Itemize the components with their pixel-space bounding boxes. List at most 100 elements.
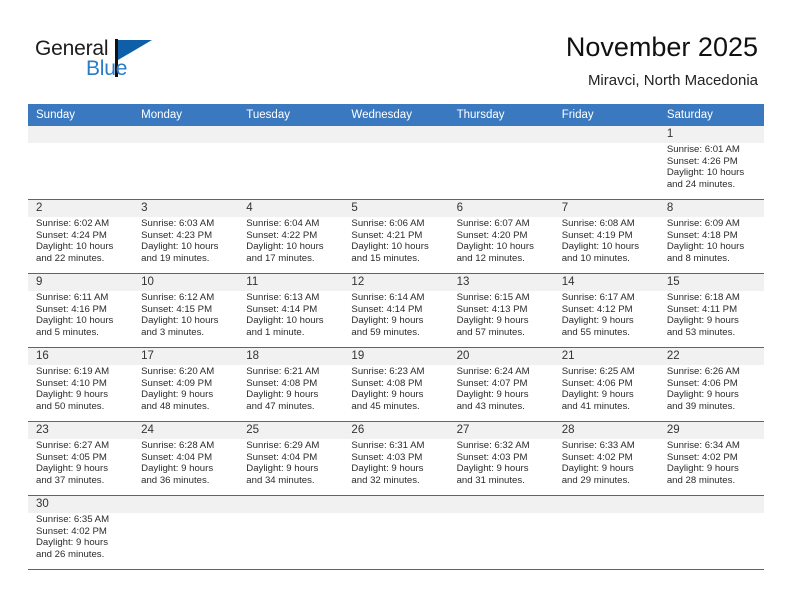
day-number[interactable]: 19 — [343, 348, 448, 365]
day-detail-line: Sunset: 4:03 PM — [456, 451, 528, 463]
day-cell[interactable]: Sunrise: 6:26 AM Sunset: 4:06 PM Daylight:… — [659, 365, 764, 421]
day-cell[interactable]: Sunrise: 6:23 AM Sunset: 4:08 PM Daylight:… — [343, 365, 448, 421]
day-detail-line: Sunset: 4:02 PM — [666, 451, 738, 463]
day-detail-line: Sunrise: 6:12 AM — [141, 292, 215, 303]
day-number[interactable]: 13 — [449, 274, 554, 291]
day-number[interactable]: 29 — [659, 422, 764, 439]
day-cell[interactable]: Sunrise: 6:17 AM Sunset: 4:12 PM Daylight:… — [554, 291, 659, 347]
day-cell[interactable]: Sunrise: 6:24 AM Sunset: 4:07 PM Daylight:… — [449, 365, 554, 421]
day-cell[interactable]: Sunrise: 6:14 AM Sunset: 4:14 PM Daylight:… — [343, 291, 448, 347]
day-number[interactable]: 18 — [238, 348, 343, 365]
day-cell[interactable]: Sunrise: 6:32 AM Sunset: 4:03 PM Daylight:… — [449, 439, 554, 495]
day-detail-line: Sunset: 4:22 PM — [246, 229, 318, 241]
day-detail-line: Sunset: 4:02 PM — [561, 451, 633, 463]
day-number[interactable]: 23 — [28, 422, 133, 439]
day-cell[interactable]: Sunrise: 6:21 AM Sunset: 4:08 PM Daylight:… — [238, 365, 343, 421]
day-detail-line: Sunrise: 6:15 AM — [456, 292, 530, 303]
day-number-band: 16 17 18 19 20 21 22 — [28, 348, 764, 365]
day-cell[interactable]: Sunrise: 6:15 AM Sunset: 4:13 PM Daylight:… — [449, 291, 554, 347]
day-detail-line: Sunset: 4:24 PM — [36, 229, 107, 241]
day-detail-line: Daylight: 9 hours — [561, 463, 634, 475]
day-number[interactable]: 20 — [449, 348, 554, 365]
day-number[interactable]: 28 — [554, 422, 659, 439]
day-cell[interactable]: Sunrise: 6:12 AM Sunset: 4:15 PM Daylight:… — [133, 291, 238, 347]
day-number[interactable]: 27 — [449, 422, 554, 439]
day-cell[interactable]: Sunrise: 6:35 AM Sunset: 4:02 PM Daylight:… — [28, 513, 133, 569]
title-block: November 2025 Miravci, North Macedonia — [566, 30, 758, 92]
day-number[interactable]: 4 — [238, 200, 343, 217]
day-detail-line: Daylight: 10 hours — [36, 241, 114, 253]
day-detail-line: and 45 minutes. — [351, 400, 420, 412]
day-detail-line: and 39 minutes. — [666, 400, 736, 412]
weekday-sunday: Sunday — [36, 109, 76, 121]
day-cell[interactable]: Sunrise: 6:27 AM Sunset: 4:05 PM Daylight:… — [28, 439, 133, 495]
day-number[interactable]: 9 — [28, 274, 133, 291]
day-number[interactable]: 26 — [343, 422, 448, 439]
day-number[interactable]: 16 — [28, 348, 133, 365]
day-detail-line: and 24 minutes. — [666, 178, 736, 190]
day-cell[interactable]: Sunrise: 6:09 AM Sunset: 4:18 PM Daylight:… — [659, 217, 764, 273]
day-cell[interactable]: Sunrise: 6:34 AM Sunset: 4:02 PM Daylight:… — [659, 439, 764, 495]
day-cell[interactable]: Sunrise: 6:25 AM Sunset: 4:06 PM Daylight:… — [554, 365, 659, 421]
day-cell[interactable]: Sunrise: 6:07 AM Sunset: 4:20 PM Daylight:… — [449, 217, 554, 273]
day-cell[interactable]: Sunrise: 6:18 AM Sunset: 4:11 PM Daylight:… — [659, 291, 764, 347]
day-cell[interactable]: Sunrise: 6:31 AM Sunset: 4:03 PM Daylight:… — [343, 439, 448, 495]
day-number[interactable]: 12 — [343, 274, 448, 291]
day-detail-line: and 26 minutes. — [36, 548, 105, 560]
day-detail-line: Daylight: 9 hours — [561, 389, 634, 401]
day-cell[interactable]: Sunrise: 6:11 AM Sunset: 4:16 PM Daylight:… — [28, 291, 133, 347]
day-detail-line: Sunset: 4:04 PM — [246, 451, 318, 463]
day-cell[interactable]: Sunrise: 6:01 AM Sunset: 4:26 PM Daylight:… — [659, 143, 764, 199]
calendar-bottom-border — [28, 569, 764, 570]
day-cell[interactable]: Sunrise: 6:04 AM Sunset: 4:22 PM Daylight:… — [238, 217, 343, 273]
day-number-empty — [449, 126, 554, 143]
day-number[interactable]: 17 — [133, 348, 238, 365]
day-number[interactable]: 2 — [28, 200, 133, 217]
day-detail-line: Sunset: 4:20 PM — [456, 229, 528, 241]
day-detail-line: Daylight: 9 hours — [456, 315, 529, 327]
calendar-week-row: 1 Sunrise: 6:01 AM Sunset: 4:26 PM Daylight… — [28, 126, 764, 199]
day-cell[interactable]: Sunrise: 6:02 AM Sunset: 4:24 PM Daylight:… — [28, 217, 133, 273]
page-header: General Blue November 2025 Miravci, Nort… — [0, 0, 792, 100]
day-cell-empty — [238, 513, 343, 569]
day-detail-line: Daylight: 9 hours — [141, 389, 214, 401]
day-detail-line: Daylight: 10 hours — [141, 241, 219, 253]
day-number[interactable]: 22 — [659, 348, 764, 365]
day-number[interactable]: 7 — [554, 200, 659, 217]
day-detail-line: Sunrise: 6:26 AM — [666, 366, 740, 377]
day-detail-line: Sunrise: 6:04 AM — [246, 218, 320, 229]
day-number[interactable]: 25 — [238, 422, 343, 439]
day-cell[interactable]: Sunrise: 6:08 AM Sunset: 4:19 PM Daylight:… — [554, 217, 659, 273]
day-number-empty — [554, 496, 659, 513]
day-detail-line: and 59 minutes. — [351, 326, 420, 338]
day-cell[interactable]: Sunrise: 6:33 AM Sunset: 4:02 PM Daylight:… — [554, 439, 659, 495]
weekday-monday: Monday — [141, 109, 183, 121]
brand-logo[interactable]: General Blue — [35, 38, 215, 90]
day-number[interactable]: 10 — [133, 274, 238, 291]
day-cell[interactable]: Sunrise: 6:19 AM Sunset: 4:10 PM Daylight:… — [28, 365, 133, 421]
day-cell[interactable]: Sunrise: 6:13 AM Sunset: 4:14 PM Daylight:… — [238, 291, 343, 347]
day-cell[interactable]: Sunrise: 6:03 AM Sunset: 4:23 PM Daylight:… — [133, 217, 238, 273]
day-number[interactable]: 24 — [133, 422, 238, 439]
day-cell[interactable]: Sunrise: 6:28 AM Sunset: 4:04 PM Daylight:… — [133, 439, 238, 495]
day-number[interactable]: 30 — [28, 496, 133, 513]
day-number[interactable]: 15 — [659, 274, 764, 291]
day-number[interactable]: 21 — [554, 348, 659, 365]
day-detail-line: and 22 minutes. — [36, 252, 105, 264]
day-number[interactable]: 14 — [554, 274, 659, 291]
day-detail-line: and 50 minutes. — [36, 400, 105, 412]
day-number[interactable]: 11 — [238, 274, 343, 291]
day-number[interactable]: 5 — [343, 200, 448, 217]
day-number[interactable]: 1 — [659, 126, 764, 143]
day-number[interactable]: 3 — [133, 200, 238, 217]
day-cell[interactable]: Sunrise: 6:06 AM Sunset: 4:21 PM Daylight:… — [343, 217, 448, 273]
day-number[interactable]: 6 — [449, 200, 554, 217]
day-number[interactable]: 8 — [659, 200, 764, 217]
day-cell[interactable]: Sunrise: 6:29 AM Sunset: 4:04 PM Daylight:… — [238, 439, 343, 495]
day-number-empty — [449, 496, 554, 513]
day-detail-line: Sunrise: 6:23 AM — [351, 366, 425, 377]
day-detail-line: Sunset: 4:19 PM — [561, 229, 633, 241]
day-cell-empty — [133, 513, 238, 569]
day-cell[interactable]: Sunrise: 6:20 AM Sunset: 4:09 PM Daylight:… — [133, 365, 238, 421]
day-detail-band: Sunrise: 6:02 AM Sunset: 4:24 PM Daylight:… — [28, 217, 764, 273]
